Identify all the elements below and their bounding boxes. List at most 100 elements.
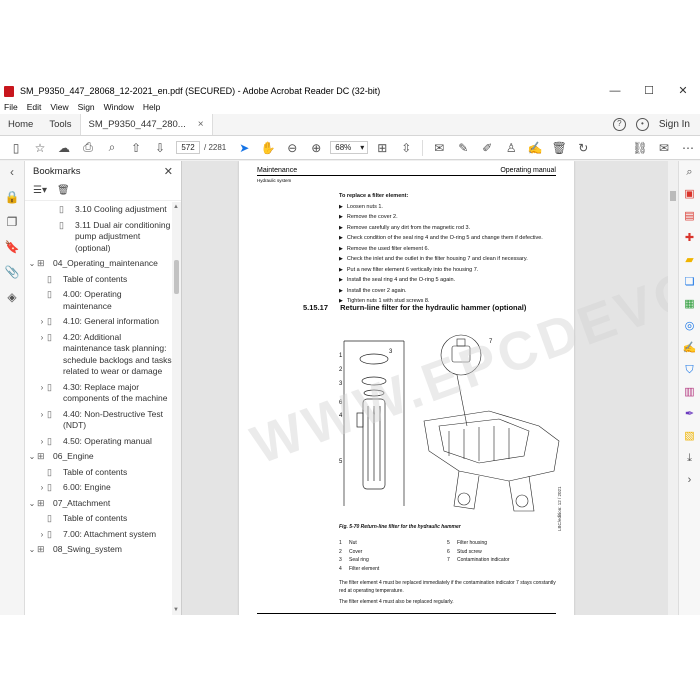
stamp-icon[interactable]: ♙ (499, 137, 523, 159)
hand-tool-icon[interactable]: ✋ (256, 137, 280, 159)
create-pdf-icon[interactable]: ▯ (4, 137, 28, 159)
collapse-chevron-icon[interactable]: ⌄ (27, 451, 37, 463)
page-number-input[interactable]: 572 (176, 141, 200, 154)
bookmark-item[interactable]: ▯ Table of contents (25, 465, 172, 481)
bookmarks-scroll-thumb[interactable] (174, 260, 179, 294)
fit-page-icon[interactable]: ⊞ (370, 137, 394, 159)
bookmark-item[interactable]: › ▯ 4.40: Non-Destructive Test (NDT) (25, 407, 172, 434)
expand-chevron-icon[interactable]: › (37, 436, 47, 448)
document-viewer[interactable]: Maintenance Operating manual Hydraulic s… (182, 161, 678, 615)
maximize-button[interactable]: ☐ (632, 82, 666, 100)
bookmark-star-icon[interactable]: ☆ (28, 137, 52, 159)
minimize-button[interactable]: — (598, 82, 632, 100)
delete-icon[interactable]: 🗑 (547, 137, 571, 159)
expand-chevron-icon[interactable]: › (37, 482, 47, 494)
collapse-chevron-icon[interactable]: ⌄ (27, 258, 37, 270)
notifications-bell-icon[interactable]: • (635, 118, 649, 131)
more-tools-icon[interactable]: ⋯ (676, 137, 700, 159)
collapse-arrow-icon[interactable]: ‹ (10, 165, 14, 181)
tab-tools[interactable]: Tools (41, 114, 79, 135)
edit-pdf-icon[interactable]: ✚ (685, 231, 694, 246)
menu-edit[interactable]: Edit (27, 102, 42, 112)
menu-help[interactable]: Help (143, 102, 160, 112)
bookmark-item[interactable]: › ▯ 4.50: Operating manual (25, 434, 172, 450)
expand-chevron-icon[interactable]: › (37, 332, 47, 344)
upload-cloud-icon[interactable]: ☁ (52, 137, 76, 159)
email-icon[interactable]: ✉ (652, 137, 676, 159)
delete-bookmark-icon[interactable]: 🗑 (57, 185, 70, 196)
request-signature-icon[interactable]: ✒ (685, 407, 694, 422)
attachments-icon[interactable]: 📎 (5, 265, 20, 281)
collapse-chevron-icon[interactable]: ⌄ (27, 544, 37, 556)
bookmark-options-icon[interactable]: ☰▾ (33, 185, 47, 196)
menu-window[interactable]: Window (104, 102, 134, 112)
bookmark-item[interactable]: ▯ 3.11 Dual air conditioning pump adjustm… (25, 218, 172, 257)
bookmark-item[interactable]: › ▯ 6.00: Engine (25, 480, 172, 496)
sign-in-button[interactable]: Sign In (659, 119, 690, 130)
scroll-mode-icon[interactable]: ⇳ (394, 137, 418, 159)
export-pdf-icon[interactable]: ▣ (684, 187, 694, 202)
prepare-form-icon[interactable]: ▥ (684, 385, 694, 400)
send-review-icon[interactable]: ▧ (684, 429, 694, 444)
document-scrollbar[interactable] (668, 161, 678, 615)
bookmark-item[interactable]: ⌄ ⊞ 04_Operating_maintenance (25, 256, 172, 272)
close-panel-icon[interactable]: ✕ (164, 165, 173, 178)
draw-icon[interactable]: ✐ (475, 137, 499, 159)
zoom-out-icon[interactable]: ⊖ (280, 137, 304, 159)
menu-sign[interactable]: Sign (78, 102, 95, 112)
collapse-chevron-icon[interactable]: ⌄ (27, 498, 37, 510)
more-tools-rail-icon[interactable]: ⤓ (687, 451, 692, 466)
bookmark-item[interactable]: › ▯ 7.00: Attachment system (25, 527, 172, 543)
create-pdf-tool-icon[interactable]: ▤ (684, 209, 694, 224)
help-icon[interactable]: ? (612, 118, 626, 131)
protect-icon[interactable]: ⛉ (685, 363, 693, 378)
scroll-up-icon[interactable]: ▲ (173, 204, 179, 210)
tab-document[interactable]: SM_P9350_447_280... × (79, 114, 213, 135)
bookmark-item[interactable]: › ▯ 4.30: Replace major components of the … (25, 380, 172, 407)
layers-icon[interactable]: ◈ (7, 290, 16, 306)
search-tool-icon[interactable]: ⌕ (686, 165, 692, 180)
print-icon[interactable]: ⎙ (76, 137, 100, 159)
bookmark-item[interactable]: ▯ Table of contents (25, 272, 172, 288)
bookmark-item[interactable]: ▯ 3.10 Cooling adjustment (25, 202, 172, 218)
fill-sign-tool-icon[interactable]: ✍ (683, 341, 697, 356)
share-link-icon[interactable]: ⛓ (628, 137, 652, 159)
highlight-pen-icon[interactable]: ✎ (451, 137, 475, 159)
bookmark-item[interactable]: ⌄ ⊞ 08_Swing_system (25, 542, 172, 558)
document-scroll-thumb[interactable] (670, 191, 676, 201)
expand-chevron-icon[interactable]: › (37, 382, 47, 394)
organize-pages-icon[interactable]: ▦ (684, 297, 694, 312)
zoom-in-icon[interactable]: ⊕ (304, 137, 328, 159)
bookmarks-scrollbar[interactable]: ▲ ▼ (172, 202, 181, 615)
zoom-select[interactable]: 68% (330, 141, 369, 154)
bookmark-item[interactable]: ⌄ ⊞ 06_Engine (25, 449, 172, 465)
bookmarks-panel-icon[interactable]: 🔖 (5, 240, 20, 256)
bookmark-item[interactable]: ⌄ ⊞ 07_Attachment (25, 496, 172, 512)
menu-file[interactable]: File (4, 102, 18, 112)
bookmark-item[interactable]: › ▯ 4.20: Additional maintenance task plan… (25, 330, 172, 380)
scan-ocr-icon[interactable]: ◎ (685, 319, 695, 334)
bookmark-item[interactable]: ▯ Table of contents (25, 511, 172, 527)
fill-sign-icon[interactable]: ✍ (523, 137, 547, 159)
expand-chevron-icon[interactable]: › (37, 529, 47, 541)
combine-files-icon[interactable]: ❏ (685, 275, 695, 290)
page-down-icon[interactable]: ⇩ (148, 137, 172, 159)
lock-icon[interactable]: 🔒 (5, 190, 20, 206)
close-button[interactable]: ✕ (666, 82, 700, 100)
zoom-search-icon[interactable]: ⌕ (100, 137, 124, 159)
tab-close-icon[interactable]: × (198, 119, 204, 130)
tab-home[interactable]: Home (0, 114, 41, 135)
expand-panel-icon[interactable]: › (688, 473, 692, 488)
page-up-icon[interactable]: ⇧ (124, 137, 148, 159)
menu-view[interactable]: View (50, 102, 68, 112)
bookmark-item[interactable]: › ▯ 4.10: General information (25, 314, 172, 330)
select-cursor-icon[interactable]: ➤ (232, 137, 256, 159)
rotate-icon[interactable]: ↻ (571, 137, 595, 159)
scroll-down-icon[interactable]: ▼ (173, 607, 179, 613)
comment-tool-icon[interactable]: ▰ (685, 253, 693, 268)
comment-icon[interactable]: ✉ (427, 137, 451, 159)
bookmark-item[interactable]: ▯ 4.00: Operating maintenance (25, 287, 172, 314)
expand-chevron-icon[interactable]: › (37, 316, 47, 328)
expand-chevron-icon[interactable]: › (37, 409, 47, 421)
page-thumbnails-icon[interactable]: ❐ (7, 215, 18, 231)
